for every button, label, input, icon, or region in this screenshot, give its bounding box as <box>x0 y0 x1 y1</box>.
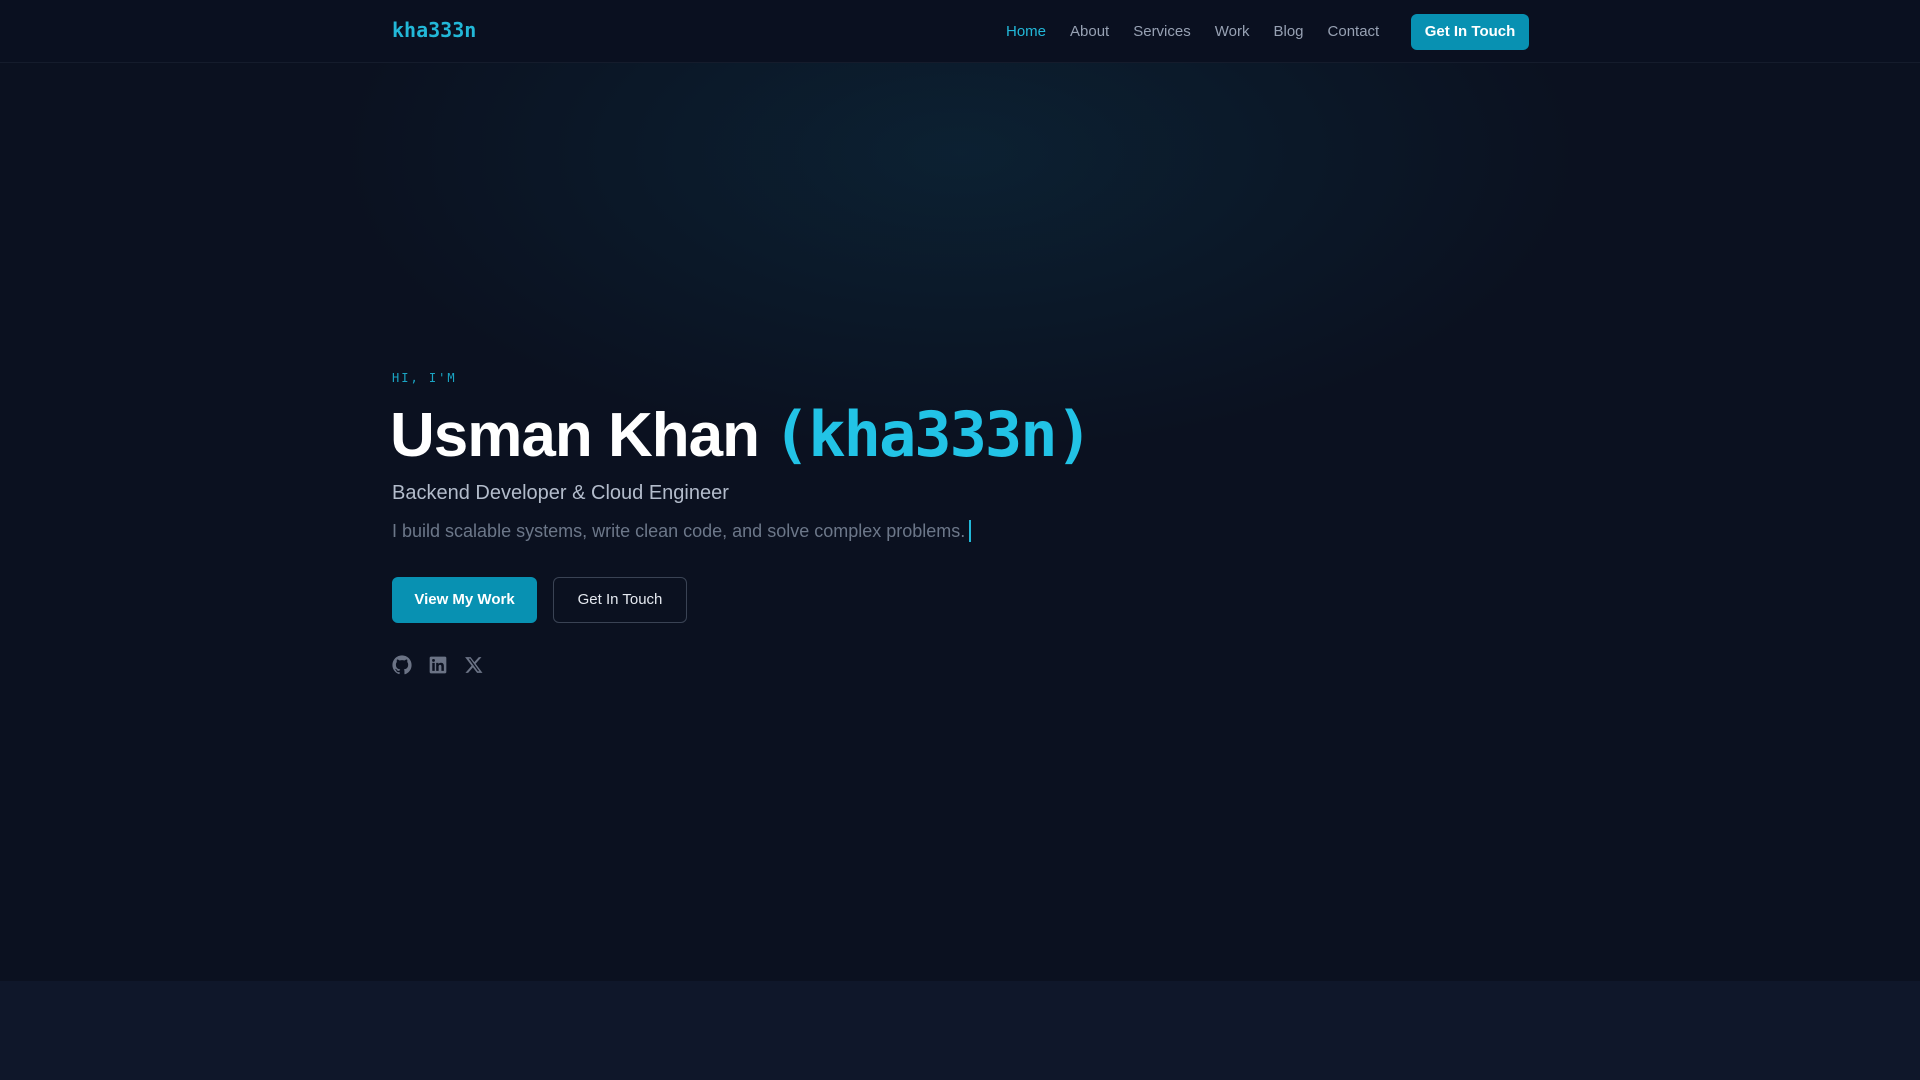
x-icon[interactable] <box>464 655 484 675</box>
github-icon[interactable] <box>392 655 412 675</box>
social-links <box>392 655 500 675</box>
typing-cursor <box>969 520 972 542</box>
nav-link-home[interactable]: Home <box>1006 22 1046 42</box>
hero-tagline: I build scalable systems, write clean co… <box>392 521 966 541</box>
linkedin-icon[interactable] <box>428 655 448 675</box>
hero-headline: Usman Khan (kha333n) <box>390 398 1093 471</box>
nav-link-work[interactable]: Work <box>1215 22 1250 42</box>
next-section <box>0 981 1920 1080</box>
brand-logo[interactable]: kha333n <box>392 18 476 42</box>
hero-role: Backend Developer & Cloud Engineer <box>392 482 729 504</box>
top-navbar: kha333n Home About Services Work Blog Co… <box>0 0 1920 63</box>
hero-eyebrow: HI, I'M <box>392 371 457 385</box>
nav-links: Home About Services Work Blog Contact <box>1006 22 1403 42</box>
hero-name: Usman Khan <box>390 401 760 470</box>
nav-link-blog[interactable]: Blog <box>1273 22 1303 42</box>
get-in-touch-button[interactable]: Get In Touch <box>553 577 687 623</box>
nav-get-in-touch-button[interactable]: Get In Touch <box>1411 14 1529 50</box>
hero-handle: (kha333n) <box>772 398 1093 471</box>
nav-link-about[interactable]: About <box>1070 22 1109 42</box>
nav-link-services[interactable]: Services <box>1133 22 1191 42</box>
view-my-work-button[interactable]: View My Work <box>392 577 537 623</box>
nav-link-contact[interactable]: Contact <box>1328 22 1380 42</box>
hero-tagline-line: I build scalable systems, write clean co… <box>392 520 972 542</box>
